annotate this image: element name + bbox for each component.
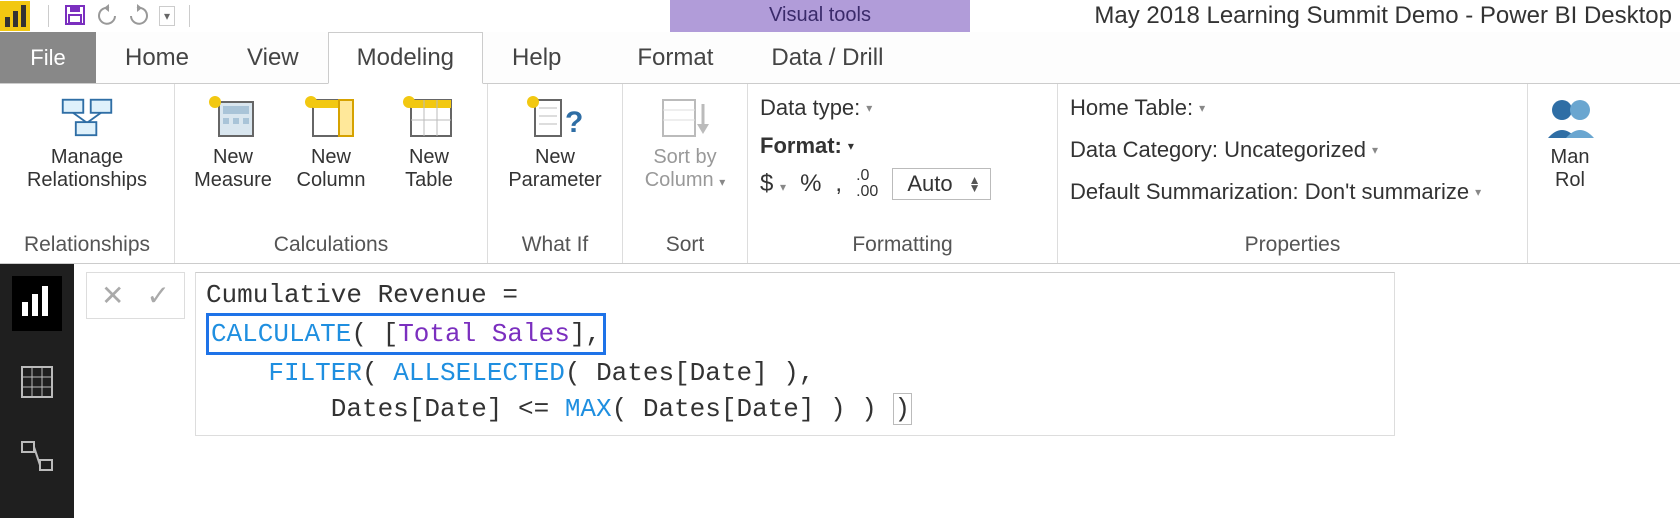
save-icon[interactable]	[63, 3, 87, 30]
formula-highlight: CALCULATE( [Total Sales],	[206, 313, 606, 355]
step-down-icon[interactable]: ▼	[969, 184, 981, 192]
manage-roles-button[interactable]: Man Rol	[1540, 88, 1600, 192]
sort-column-icon	[657, 94, 713, 140]
formula-commit-icon[interactable]: ✓	[146, 279, 169, 312]
manage-roles-label: Man Rol	[1551, 146, 1590, 192]
ribbon: Manage Relationships Relationships New M…	[0, 84, 1680, 264]
data-type-label: Data type:	[760, 95, 860, 121]
group-calculations: New Measure New Column New Table Calcula…	[175, 84, 488, 263]
new-table-label: New Table	[405, 146, 453, 192]
ribbon-tab-row: File Home View Modeling Help Format Data…	[0, 32, 1680, 84]
thousand-sep-button[interactable]: ,	[835, 170, 842, 198]
home-table-label: Home Table:	[1070, 95, 1193, 121]
home-table-dropdown[interactable]: Home Table: ▾	[1070, 95, 1205, 121]
new-measure-label: New Measure	[194, 146, 272, 192]
group-whatif-label: What If	[500, 231, 610, 263]
report-view-icon[interactable]	[12, 276, 62, 331]
redo-icon[interactable]	[127, 3, 151, 30]
workspace: ✕ ✓ Cumulative Revenue = CALCULATE( [Tot…	[0, 264, 1680, 518]
new-column-label: New Column	[297, 146, 366, 192]
contextual-tab-label: Visual tools	[670, 0, 970, 32]
group-calculations-label: Calculations	[187, 231, 475, 263]
group-formatting: Data type:▾ Format: ▾ $ ▾ % , .0.00 Auto…	[748, 84, 1058, 263]
qat-customize-icon[interactable]: ▾	[159, 6, 175, 26]
undo-icon[interactable]	[95, 3, 119, 30]
decimals-value: Auto	[907, 171, 952, 197]
manage-relationships-button[interactable]: Manage Relationships	[12, 88, 162, 192]
default-summarization-label: Default Summarization: Don't summarize	[1070, 179, 1469, 205]
decimals-icon[interactable]: .0.00	[856, 168, 878, 200]
tab-help[interactable]: Help	[483, 32, 590, 83]
manage-relationships-label: Manage Relationships	[27, 146, 147, 192]
manage-relationships-icon	[59, 94, 115, 140]
group-relationships-label: Relationships	[12, 231, 162, 263]
app-logo-icon	[0, 1, 30, 31]
sort-by-column-label: Sort by Column ▾	[645, 146, 726, 192]
currency-button[interactable]: $ ▾	[760, 170, 786, 198]
percent-button[interactable]: %	[800, 170, 821, 198]
svg-text:?: ?	[565, 106, 583, 139]
measure-name: Cumulative Revenue =	[206, 280, 518, 310]
model-view-icon[interactable]	[18, 438, 56, 481]
new-column-icon	[303, 94, 359, 140]
group-security: Man Rol	[1528, 84, 1612, 263]
group-properties-label: Properties	[1070, 231, 1515, 263]
data-category-dropdown[interactable]: Data Category: Uncategorized ▾	[1070, 137, 1378, 163]
data-category-label: Data Category: Uncategorized	[1070, 137, 1366, 163]
window-title: May 2018 Learning Summit Demo - Power BI…	[1094, 0, 1672, 32]
view-nav-rail	[0, 264, 74, 518]
new-measure-icon	[205, 94, 261, 140]
decimals-stepper[interactable]: Auto ▲▼	[892, 168, 991, 200]
new-table-icon	[401, 94, 457, 140]
tab-view[interactable]: View	[218, 32, 328, 83]
formula-cancel-icon[interactable]: ✕	[101, 279, 124, 312]
formula-bar[interactable]: Cumulative Revenue = CALCULATE( [Total S…	[195, 272, 1395, 436]
group-properties: Home Table: ▾ Data Category: Uncategoriz…	[1058, 84, 1528, 263]
tab-modeling[interactable]: Modeling	[328, 32, 483, 84]
group-sort: Sort by Column ▾ Sort	[623, 84, 748, 263]
sort-by-column-button[interactable]: Sort by Column ▾	[635, 88, 735, 192]
new-parameter-label: New Parameter	[508, 146, 601, 192]
new-parameter-button[interactable]: ? New Parameter	[500, 88, 610, 192]
group-whatif: ? New Parameter What If	[488, 84, 623, 263]
new-column-button[interactable]: New Column	[285, 88, 377, 192]
roles-icon	[1542, 94, 1598, 140]
tab-format[interactable]: Format	[608, 32, 742, 83]
format-dropdown[interactable]: Format: ▾	[760, 133, 854, 159]
format-label: Format:	[760, 133, 842, 158]
group-formatting-label: Formatting	[760, 231, 1045, 263]
title-bar: ▾ Visual tools May 2018 Learning Summit …	[0, 0, 1680, 32]
group-relationships: Manage Relationships Relationships	[0, 84, 175, 263]
new-parameter-icon: ?	[527, 94, 583, 140]
tab-home[interactable]: Home	[96, 32, 218, 83]
formula-bar-controls: ✕ ✓	[86, 272, 185, 319]
data-view-icon[interactable]	[18, 363, 56, 406]
new-measure-button[interactable]: New Measure	[187, 88, 279, 192]
tab-file[interactable]: File	[0, 32, 96, 83]
group-sort-label: Sort	[635, 231, 735, 263]
tab-data-drill[interactable]: Data / Drill	[742, 32, 912, 83]
data-type-dropdown[interactable]: Data type:▾	[760, 95, 872, 121]
default-summarization-dropdown[interactable]: Default Summarization: Don't summarize ▾	[1070, 179, 1481, 205]
new-table-button[interactable]: New Table	[383, 88, 475, 192]
